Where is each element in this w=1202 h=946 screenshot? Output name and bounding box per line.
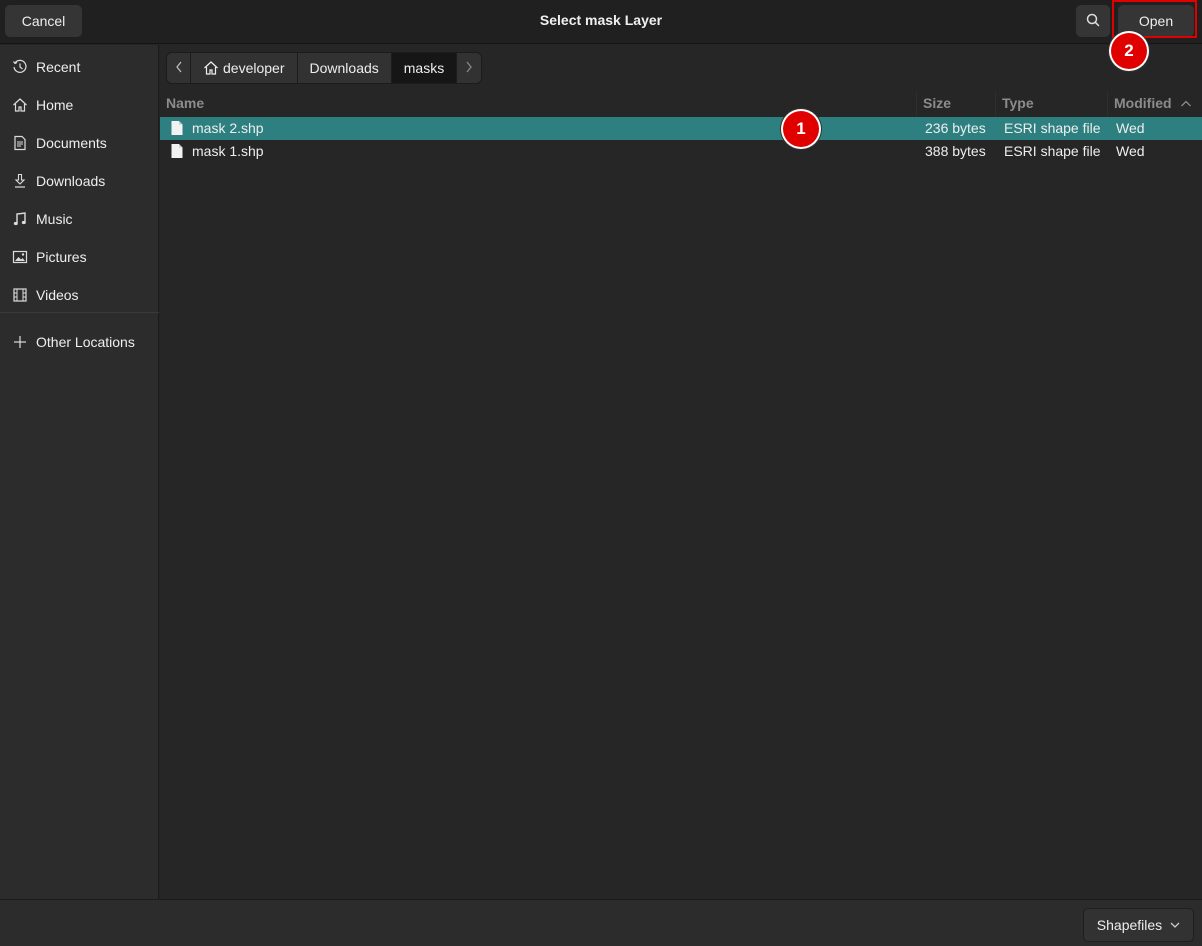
video-icon (11, 286, 29, 304)
crumb-label: developer (223, 60, 285, 76)
column-header-name[interactable]: Name (166, 95, 204, 111)
file-type: ESRI shape file (1004, 143, 1101, 159)
sidebar-item-label: Videos (36, 287, 79, 303)
file-icon (170, 143, 184, 162)
sidebar-item-pictures[interactable]: Pictures (0, 238, 159, 276)
path-forward-button[interactable] (457, 53, 482, 83)
file-browser: developer Downloads masks Name Size Type… (160, 45, 1202, 899)
chevron-left-icon (175, 60, 183, 76)
crumb-masks[interactable]: masks (391, 53, 458, 83)
sidebar-item-videos[interactable]: Videos (0, 276, 159, 314)
filter-label: Shapefiles (1096, 917, 1163, 933)
chevron-down-icon (1170, 921, 1180, 929)
picture-icon (11, 248, 29, 266)
sidebar-item-other-locations[interactable]: Other Locations (0, 323, 159, 361)
column-divider[interactable] (1107, 92, 1108, 116)
search-icon (1085, 12, 1101, 31)
file-size: 236 bytes (925, 120, 986, 136)
file-icon (170, 120, 184, 139)
cancel-button[interactable]: Cancel (5, 5, 82, 37)
chevron-right-icon (465, 60, 473, 76)
sidebar-item-music[interactable]: Music (0, 200, 159, 238)
path-back-button[interactable] (167, 53, 191, 83)
sidebar-item-label: Downloads (36, 173, 106, 189)
sort-ascending-icon (1180, 96, 1192, 112)
crumb-label: Downloads (309, 60, 379, 76)
step-badge-1: 1 (783, 111, 819, 147)
download-icon (11, 172, 29, 190)
sidebar-item-label: Pictures (36, 249, 87, 265)
column-divider[interactable] (916, 92, 917, 116)
file-type: ESRI shape file (1004, 120, 1101, 136)
file-row[interactable]: mask 2.shp 236 bytes ESRI shape file Wed (160, 117, 1202, 140)
file-size: 388 bytes (925, 143, 986, 159)
sidebar-item-downloads[interactable]: Downloads (0, 162, 159, 200)
crumb-developer[interactable]: developer (191, 53, 298, 83)
sidebar-divider (0, 312, 159, 313)
column-headers: Name Size Type Modified (160, 92, 1202, 116)
home-icon (203, 60, 219, 76)
step-badge-2: 2 (1111, 33, 1147, 69)
sidebar-item-label: Home (36, 97, 74, 113)
places-sidebar: Recent Home Documents Downloads Music Pi… (0, 45, 159, 899)
sidebar-item-home[interactable]: Home (0, 86, 159, 124)
header-bar: Cancel Select mask Layer Open (0, 0, 1202, 44)
crumb-label: masks (403, 60, 445, 76)
footer-bar: Shapefiles (0, 899, 1202, 946)
sidebar-item-label: Documents (36, 135, 107, 151)
column-header-size[interactable]: Size (923, 95, 951, 111)
dialog-title: Select mask Layer (539, 12, 663, 28)
file-row[interactable]: mask 1.shp 388 bytes ESRI shape file Wed (160, 140, 1202, 163)
sidebar-item-label: Other Locations (36, 334, 135, 350)
plus-icon (11, 333, 29, 351)
column-divider[interactable] (995, 92, 996, 116)
crumb-downloads[interactable]: Downloads (297, 53, 392, 83)
breadcrumb: developer Downloads masks (166, 52, 483, 84)
file-filter-dropdown[interactable]: Shapefiles (1083, 908, 1194, 942)
file-name: mask 2.shp (192, 120, 264, 136)
sidebar-item-label: Music (36, 211, 73, 227)
column-header-modified[interactable]: Modified (1114, 95, 1172, 111)
file-name: mask 1.shp (192, 143, 264, 159)
search-button[interactable] (1076, 5, 1110, 37)
clock-icon (11, 58, 29, 76)
column-header-type[interactable]: Type (1002, 95, 1034, 111)
sidebar-item-recent[interactable]: Recent (0, 48, 159, 86)
home-icon (11, 96, 29, 114)
sidebar-item-documents[interactable]: Documents (0, 124, 159, 162)
document-icon (11, 134, 29, 152)
sidebar-item-label: Recent (36, 59, 81, 75)
music-icon (11, 210, 29, 228)
file-modified: Wed (1116, 120, 1145, 136)
file-modified: Wed (1116, 143, 1145, 159)
